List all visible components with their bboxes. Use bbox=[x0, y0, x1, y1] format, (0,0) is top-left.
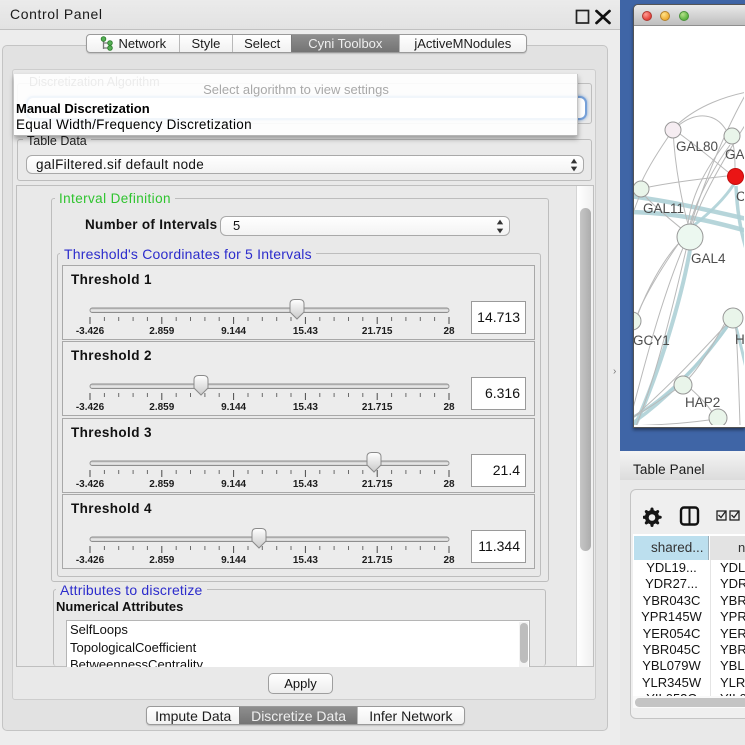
svg-text:28: 28 bbox=[443, 479, 455, 490]
svg-text:-3.426: -3.426 bbox=[76, 555, 105, 566]
svg-text:2.859: 2.859 bbox=[149, 479, 174, 490]
svg-text:GCY1: GCY1 bbox=[634, 333, 670, 348]
svg-text:15.43: 15.43 bbox=[293, 326, 318, 337]
svg-text:H: H bbox=[735, 332, 744, 347]
svg-text:9.144: 9.144 bbox=[221, 326, 246, 337]
svg-text:2.859: 2.859 bbox=[149, 555, 174, 566]
svg-text:21.715: 21.715 bbox=[362, 402, 393, 413]
svg-text:28: 28 bbox=[443, 555, 455, 566]
svg-text:2.859: 2.859 bbox=[149, 402, 174, 413]
svg-text:15.43: 15.43 bbox=[293, 479, 318, 490]
svg-text:15.43: 15.43 bbox=[293, 402, 318, 413]
svg-text:9.144: 9.144 bbox=[221, 479, 246, 490]
svg-text:15.43: 15.43 bbox=[293, 555, 318, 566]
svg-text:-3.426: -3.426 bbox=[76, 479, 105, 490]
svg-text:9.144: 9.144 bbox=[221, 555, 246, 566]
svg-text:21.715: 21.715 bbox=[362, 326, 393, 337]
svg-text:9.144: 9.144 bbox=[221, 402, 246, 413]
svg-text:21.715: 21.715 bbox=[362, 479, 393, 490]
svg-text:GAL80: GAL80 bbox=[676, 139, 718, 154]
svg-text:28: 28 bbox=[443, 402, 455, 413]
svg-text:GAL: GAL bbox=[725, 147, 744, 162]
svg-text:GAL4: GAL4 bbox=[691, 251, 726, 266]
svg-text:HAP2: HAP2 bbox=[685, 395, 720, 410]
svg-text:28: 28 bbox=[443, 326, 455, 337]
svg-text:-3.426: -3.426 bbox=[76, 402, 105, 413]
svg-text:GAL11: GAL11 bbox=[643, 201, 684, 216]
svg-text:-3.426: -3.426 bbox=[76, 326, 105, 337]
svg-text:CD: CD bbox=[736, 189, 744, 204]
svg-text:21.715: 21.715 bbox=[362, 555, 393, 566]
svg-text:2.859: 2.859 bbox=[149, 326, 174, 337]
